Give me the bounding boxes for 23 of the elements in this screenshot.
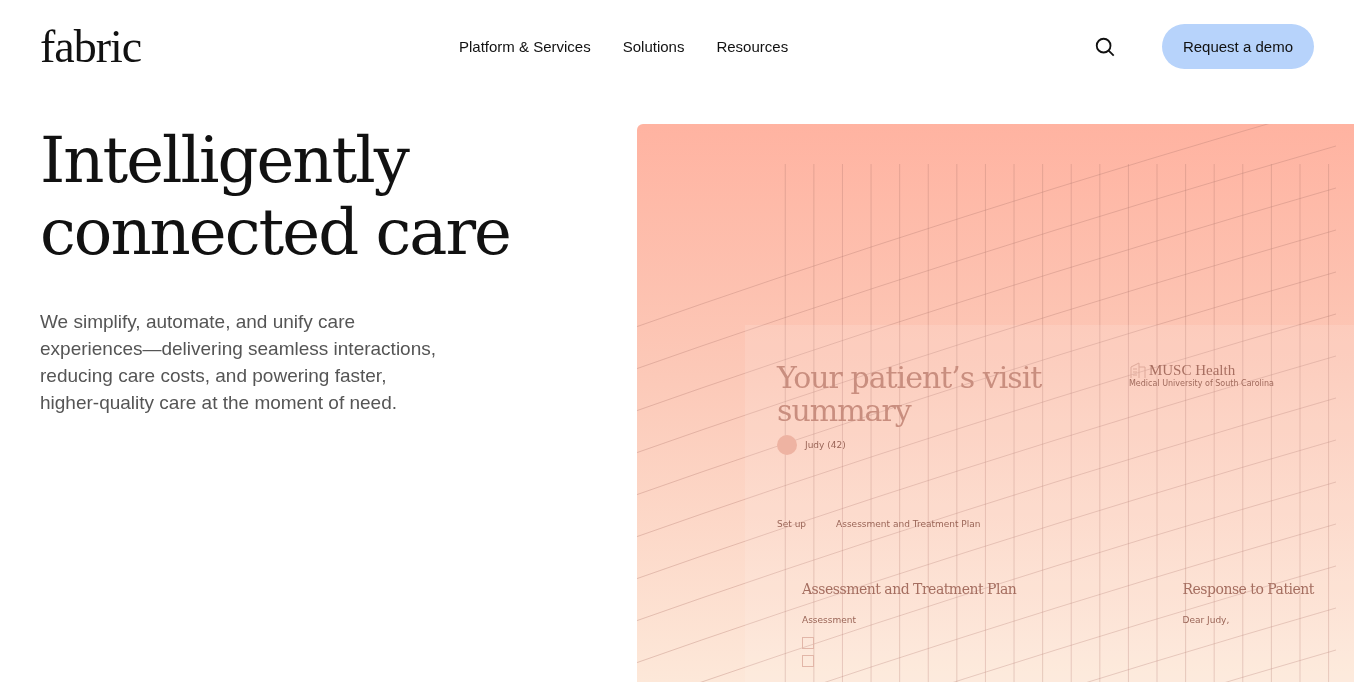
letter-greeting: Dear Judy, — [1182, 615, 1231, 625]
organization-subtitle: Medical University of South Carolina — [1128, 379, 1274, 388]
hero-headline: Intelligently connected care — [40, 124, 511, 268]
hero-description: We simplify, automate, and unify care experiences—delivering seamless interactions, reducing care costs, and powering faster, higher-quality care at the moment of need. — [40, 310, 438, 415]
document-title: Your patient’s visit summary — [777, 361, 1043, 427]
section-heading: Response to Patient — [1182, 581, 1314, 597]
search-button[interactable] — [1093, 35, 1116, 58]
nav-link[interactable]: Solutions — [622, 38, 685, 55]
avatar — [777, 435, 797, 455]
section-heading: Assessment and Treatment Plan — [802, 581, 1017, 597]
search-icon — [1093, 35, 1116, 58]
step-tab[interactable]: Set up — [777, 519, 807, 529]
request-demo-button[interactable]: Request a demo — [1161, 24, 1314, 69]
building-icon — [1128, 361, 1147, 379]
nav-link[interactable]: Resources — [716, 38, 789, 55]
field-label: Assessment — [802, 615, 857, 625]
nav-link[interactable]: Platform & Services — [459, 38, 591, 55]
organization-name: MUSC Health — [1148, 362, 1236, 379]
step-tab[interactable]: Assessment and Treatment Plan — [836, 519, 981, 529]
checkbox[interactable] — [802, 637, 814, 649]
logo[interactable]: fabric — [40, 23, 459, 70]
patient-name: Judy (42) — [805, 440, 846, 450]
checkbox[interactable] — [802, 655, 814, 667]
